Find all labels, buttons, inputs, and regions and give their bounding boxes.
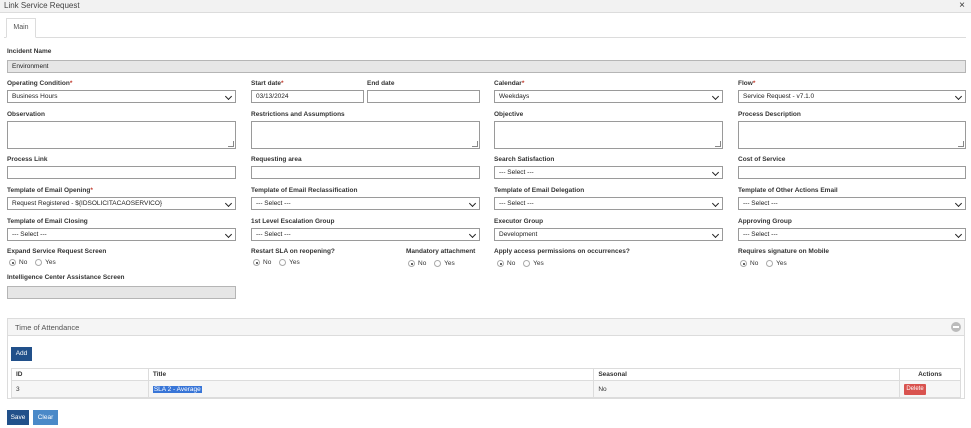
col-id: ID xyxy=(11,368,149,381)
intelligence-label: Intelligence Center Assistance Screen xyxy=(7,274,125,281)
observation-textarea[interactable] xyxy=(7,121,236,149)
intelligence-field xyxy=(7,286,236,299)
table-row[interactable]: 3 SLA 2 - Average No Delete xyxy=(11,380,961,398)
access-yes-radio[interactable] xyxy=(523,260,531,267)
cost-of-service-label: Cost of Service xyxy=(738,156,786,163)
escalation-group-select[interactable]: --- Select --- xyxy=(251,228,480,241)
calendar-select[interactable]: Weekdays xyxy=(494,90,723,103)
process-description-textarea[interactable] xyxy=(738,121,966,149)
executor-group-select[interactable]: Development xyxy=(494,228,723,241)
row-actions-cell: Delete xyxy=(899,380,961,398)
access-permissions-radio-group: No Yes xyxy=(497,260,550,267)
end-date-input[interactable] xyxy=(367,90,480,103)
tpl-reclassification-select[interactable]: --- Select --- xyxy=(251,197,480,210)
flow-select[interactable]: Service Request - v7.1.0 xyxy=(738,90,966,103)
col-actions: Actions xyxy=(899,368,961,381)
executor-group-label: Executor Group xyxy=(494,218,544,225)
restrictions-textarea[interactable] xyxy=(251,121,480,149)
add-button[interactable]: Add xyxy=(11,347,32,361)
escalation-group-label: 1st Level Escalation Group xyxy=(251,218,335,225)
cost-of-service-input[interactable] xyxy=(738,166,966,179)
tpl-opening-label: Template of Email Opening* xyxy=(7,187,93,194)
signature-radio-group: No Yes xyxy=(740,260,793,267)
time-of-attendance-panel: Time of Attendance Add ID Title Seasonal… xyxy=(7,318,965,399)
mandatory-attachment-radio-group: No Yes xyxy=(408,260,461,267)
tpl-delegation-label: Template of Email Delegation xyxy=(494,187,585,194)
tpl-closing-label: Template of Email Closing xyxy=(7,218,88,225)
close-icon[interactable]: × xyxy=(959,0,965,11)
signature-label: Requires signature on Mobile xyxy=(738,248,830,255)
tpl-closing-select[interactable]: --- Select --- xyxy=(7,228,236,241)
restart-sla-label: Restart SLA on reopening? xyxy=(251,248,335,255)
signature-yes-radio[interactable] xyxy=(766,260,774,267)
save-button[interactable]: Save xyxy=(7,410,29,425)
tpl-opening-select[interactable]: Request Registered - ${IDSOLICITACAOSERV… xyxy=(7,197,236,210)
observation-label: Observation xyxy=(7,111,45,118)
search-satisfaction-label: Search Satisfaction xyxy=(494,156,555,163)
mandatory-attachment-label: Mandatory attachment xyxy=(406,248,476,255)
operating-condition-label: Operating Condition* xyxy=(7,80,73,87)
row-seasonal: No xyxy=(593,380,901,398)
window-titlebar: Link Service Request × xyxy=(0,0,971,13)
incident-name-field: Environment xyxy=(7,60,966,73)
requesting-area-input[interactable] xyxy=(251,166,480,179)
process-description-label: Process Description xyxy=(738,111,801,118)
restart-sla-no-radio[interactable] xyxy=(253,259,260,266)
expand-label: Expand Service Request Screen xyxy=(7,248,107,255)
delete-button[interactable]: Delete xyxy=(904,383,927,395)
table-header-row: ID Title Seasonal Actions xyxy=(11,368,961,381)
tab-main[interactable]: Main xyxy=(6,18,36,38)
process-link-label: Process Link xyxy=(7,156,48,163)
row-id: 3 xyxy=(11,380,149,398)
objective-label: Objective xyxy=(494,111,524,118)
mandatory-yes-radio[interactable] xyxy=(434,260,442,267)
col-seasonal: Seasonal xyxy=(593,368,901,381)
mandatory-no-radio[interactable] xyxy=(408,260,415,267)
attendance-table: ID Title Seasonal Actions 3 SLA 2 - Aver… xyxy=(11,368,961,398)
approving-group-select[interactable]: --- Select --- xyxy=(738,228,966,241)
tpl-reclassification-label: Template of Email Reclassification xyxy=(251,187,358,194)
tab-bar: Main xyxy=(4,18,966,38)
access-no-radio[interactable] xyxy=(497,260,504,267)
row-title-cell: SLA 2 - Average xyxy=(147,380,595,398)
signature-no-radio[interactable] xyxy=(740,260,747,267)
process-link-input[interactable] xyxy=(7,166,236,179)
objective-textarea[interactable] xyxy=(494,121,723,149)
row-title: SLA 2 - Average xyxy=(152,385,202,393)
expand-no-radio[interactable] xyxy=(9,259,16,266)
operating-condition-select[interactable]: Business Hours xyxy=(7,90,236,103)
panel-header: Time of Attendance xyxy=(8,319,964,336)
tpl-delegation-select[interactable]: --- Select --- xyxy=(494,197,723,210)
restart-sla-radio-group: No Yes xyxy=(253,259,306,266)
start-date-input[interactable]: 03/13/2024 xyxy=(251,90,364,103)
restart-sla-yes-radio[interactable] xyxy=(279,259,287,266)
clear-button[interactable]: Clear xyxy=(33,410,58,425)
incident-name-label: Incident Name xyxy=(7,48,52,55)
search-satisfaction-select[interactable]: --- Select --- xyxy=(494,166,723,179)
panel-title: Time of Attendance xyxy=(15,323,80,332)
flow-label: Flow* xyxy=(738,80,756,87)
end-date-label: End date xyxy=(367,80,395,87)
tpl-other-select[interactable]: --- Select --- xyxy=(738,197,966,210)
approving-group-label: Approving Group xyxy=(738,218,792,225)
col-title: Title xyxy=(147,368,595,381)
collapse-icon[interactable] xyxy=(951,322,961,332)
window-title: Link Service Request xyxy=(4,1,80,10)
start-date-label: Start date* xyxy=(251,80,284,87)
tpl-other-label: Template of Other Actions Email xyxy=(738,187,838,194)
requesting-area-label: Requesting area xyxy=(251,156,302,163)
expand-yes-radio[interactable] xyxy=(35,259,43,266)
expand-radio-group: No Yes xyxy=(9,259,62,266)
restrictions-label: Restrictions and Assumptions xyxy=(251,111,345,118)
access-permissions-label: Apply access permissions on occurrences? xyxy=(494,248,630,255)
calendar-label: Calendar* xyxy=(494,80,525,87)
